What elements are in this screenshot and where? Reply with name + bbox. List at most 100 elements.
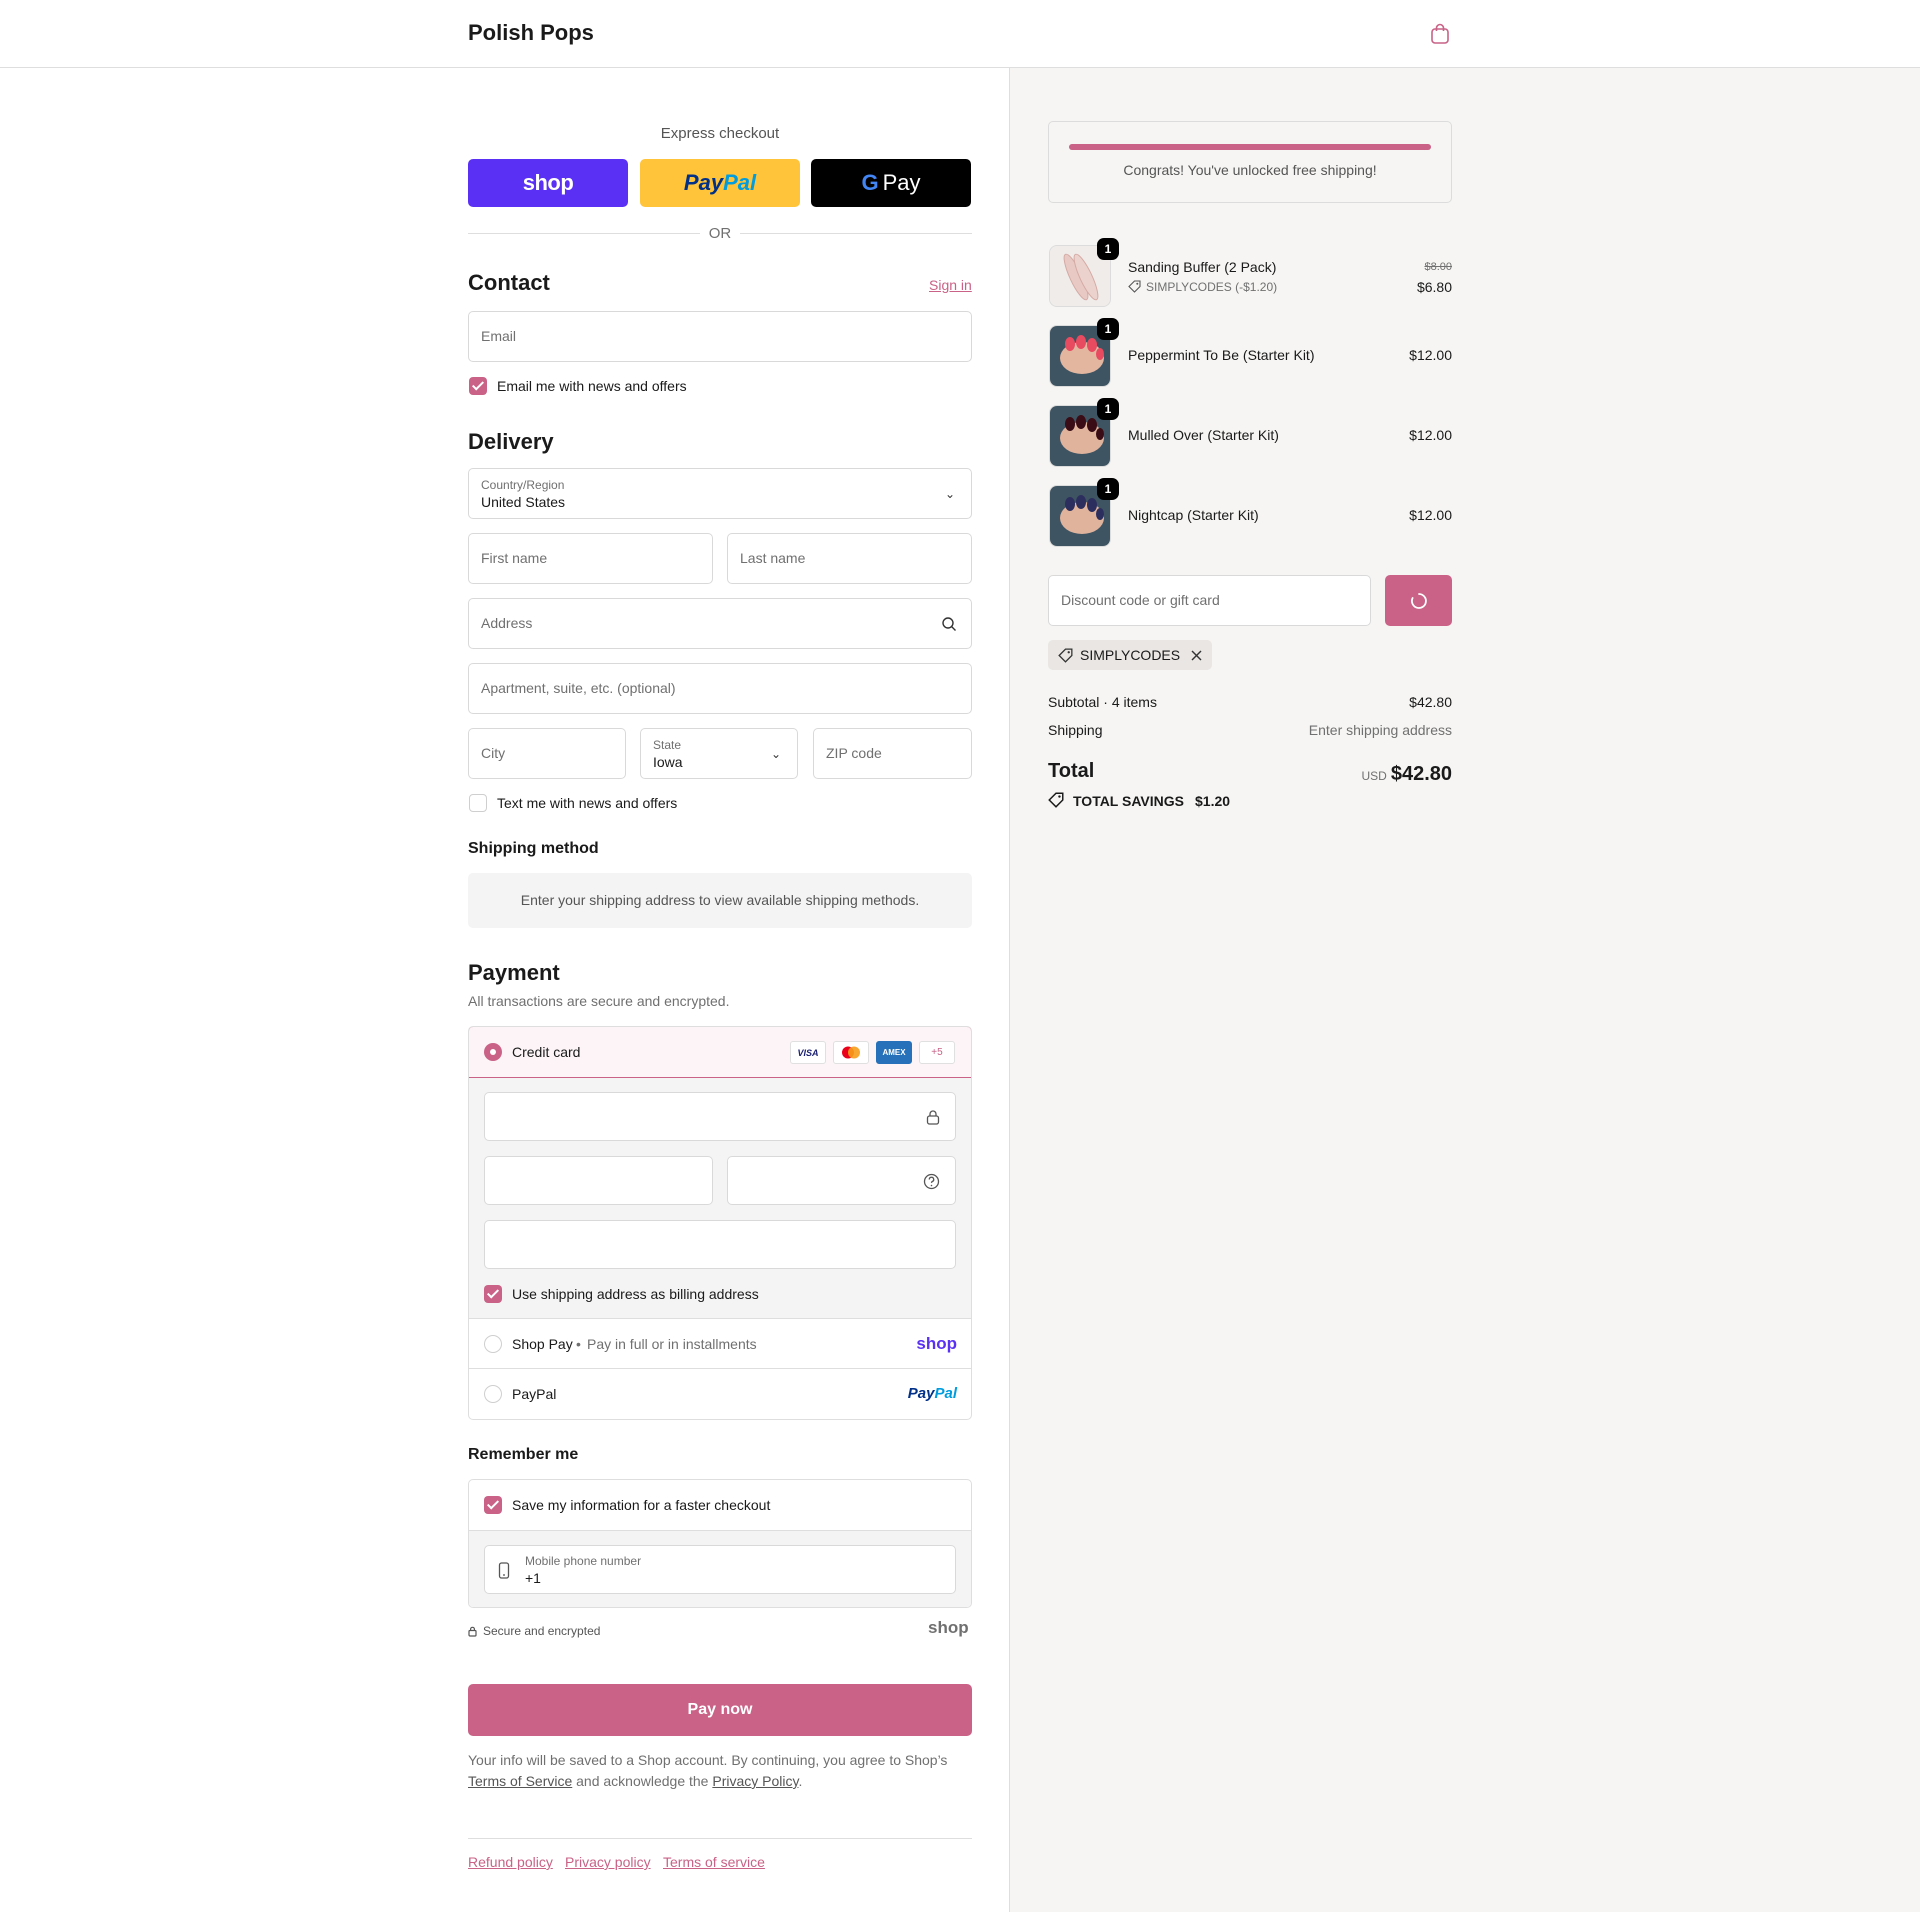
apartment-field[interactable]: Apartment, suite, etc. (optional) [468,663,972,714]
credit-card-label: Credit card [512,1044,581,1060]
total-value: $42.80 [1390,763,1452,785]
zip-field[interactable]: ZIP code [813,728,972,779]
google-pay-label: Pay [882,170,921,195]
terms-of-service-link[interactable]: Terms of Service [468,1773,572,1789]
credit-card-radio[interactable] [484,1043,502,1061]
more-cards-badge: +5 [919,1041,955,1064]
total-row: Total USD $42.80 [1048,760,1452,785]
item-name: Nightcap (Starter Kit) [1128,507,1259,523]
email-placeholder: Email [481,328,517,344]
shop-pay-express-button[interactable]: shop [468,159,628,207]
state-select[interactable]: State Iowa ⌄ [640,728,798,779]
mastercard-icon [833,1041,869,1064]
credit-card-form: Use shipping address as billing address [469,1078,971,1319]
credit-card-option[interactable]: Credit card VISA AMEX +5 [469,1027,971,1078]
free-shipping-progress: Congrats! You've unlocked free shipping! [1048,121,1452,203]
billing-address-label: Use shipping address as billing address [512,1286,759,1302]
paypal-label: PayPal [512,1386,557,1402]
zip-placeholder: ZIP code [826,745,882,761]
close-icon[interactable] [1191,650,1202,661]
text-news-label: Text me with news and offers [497,795,678,811]
pay-now-button[interactable]: Pay now [468,1684,972,1736]
address-field[interactable]: Address [468,598,972,649]
country-value: United States [481,494,566,510]
paypal-logo-part2: Pal [723,170,757,195]
email-news-checkbox[interactable] [469,377,487,395]
shop-pay-logo: shop [522,170,574,195]
legal-text: Your info will be saved to a Shop accoun… [468,1750,972,1792]
shop-pay-radio[interactable] [484,1335,502,1353]
paypal-radio[interactable] [484,1385,502,1403]
last-name-field[interactable]: Last name [727,533,972,584]
quantity-badge: 1 [1097,318,1119,340]
search-icon [942,617,956,631]
refund-policy-link[interactable]: Refund policy [468,1854,553,1870]
name-on-card-field[interactable] [484,1220,956,1269]
payment-methods: Credit card VISA AMEX +5 Use shipping ad… [468,1026,972,1420]
payment-subtitle: All transactions are secure and encrypte… [468,993,730,1009]
lock-icon [468,1626,477,1637]
chevron-down-icon: ⌄ [944,487,955,501]
amex-icon: AMEX [876,1041,912,1064]
quantity-badge: 1 [1097,398,1119,420]
paypal-express-button[interactable]: Pay Pal [640,159,800,207]
mobile-phone-icon [498,1562,510,1579]
shop-pay-logo: shop [916,1334,957,1353]
chevron-down-icon: ⌄ [770,747,781,761]
shipping-label: Shipping [1048,722,1103,738]
item-name: Peppermint To Be (Starter Kit) [1128,347,1315,363]
item-price: $12.00 [1409,507,1452,523]
discount-code-field[interactable]: Discount code or gift card [1048,575,1371,626]
terms-of-service-footer-link[interactable]: Terms of service [663,1854,765,1870]
subtotal-row: Subtotal · 4 items $42.80 [1048,694,1452,710]
mobile-phone-field[interactable]: Mobile phone number +1 [484,1545,956,1594]
first-name-placeholder: First name [481,550,548,566]
item-name: Sanding Buffer (2 Pack) [1128,259,1277,275]
cart-item: 1 Peppermint To Be (Starter Kit) $12.00 [1048,318,1452,388]
privacy-policy-footer-link[interactable]: Privacy policy [565,1854,651,1870]
footer-divider [468,1838,972,1839]
save-info-checkbox[interactable] [484,1496,502,1514]
legal-text-line: Your info will be saved to a Shop accoun… [468,1752,948,1768]
text-news-checkbox[interactable] [469,794,487,812]
apartment-placeholder: Apartment, suite, etc. (optional) [481,680,676,696]
paypal-logo: PayPal [907,1385,957,1402]
save-info-label: Save my information for a faster checkou… [512,1497,771,1513]
quantity-badge: 1 [1097,238,1119,260]
shipping-value: Enter shipping address [1308,722,1452,738]
store-logo[interactable]: Polish Pops [468,20,594,46]
sign-in-link[interactable]: Sign in [929,277,972,293]
item-original-price: $8.00 [1424,261,1452,273]
expiration-date-field[interactable] [484,1156,713,1205]
google-pay-express-button[interactable]: G Pay [811,159,971,207]
cart-item: 1 Sanding Buffer (2 Pack) SIMPLYCODES (-… [1048,238,1452,308]
first-name-field[interactable]: First name [468,533,713,584]
paypal-option[interactable]: PayPal PayPal [469,1369,971,1419]
shop-pay-option[interactable]: Shop Pay • Pay in full or in installment… [469,1319,971,1369]
quantity-badge: 1 [1097,478,1119,500]
apply-discount-button[interactable] [1385,575,1452,626]
last-name-placeholder: Last name [740,550,806,566]
free-shipping-message: Congrats! You've unlocked free shipping! [1123,162,1377,178]
shop-pay-bullet: • [576,1336,581,1352]
security-code-field[interactable] [727,1156,956,1205]
item-price: $12.00 [1409,427,1452,443]
remember-me-box: Save my information for a faster checkou… [468,1479,972,1608]
remember-me-title: Remember me [468,1446,579,1463]
legal-period: . [798,1773,803,1789]
card-number-field[interactable] [484,1092,956,1141]
city-field[interactable]: City [468,728,626,779]
delivery-title: Delivery [468,429,554,454]
help-icon[interactable] [923,1173,940,1190]
shop-pay-subtitle: Pay in full or in installments [587,1336,757,1352]
shopping-bag-icon[interactable] [1430,23,1450,45]
header: Polish Pops [0,0,1920,68]
country-select[interactable]: Country/Region United States ⌄ [468,468,972,519]
cart-item: 1 Nightcap (Starter Kit) $12.00 [1048,478,1452,548]
payment-title: Payment [468,960,560,985]
email-field[interactable]: Email [468,311,972,362]
subtotal-label: Subtotal · 4 items [1048,694,1157,710]
phone-value: +1 [525,1570,541,1586]
billing-address-checkbox[interactable] [484,1285,502,1303]
privacy-policy-link[interactable]: Privacy Policy [712,1773,798,1789]
